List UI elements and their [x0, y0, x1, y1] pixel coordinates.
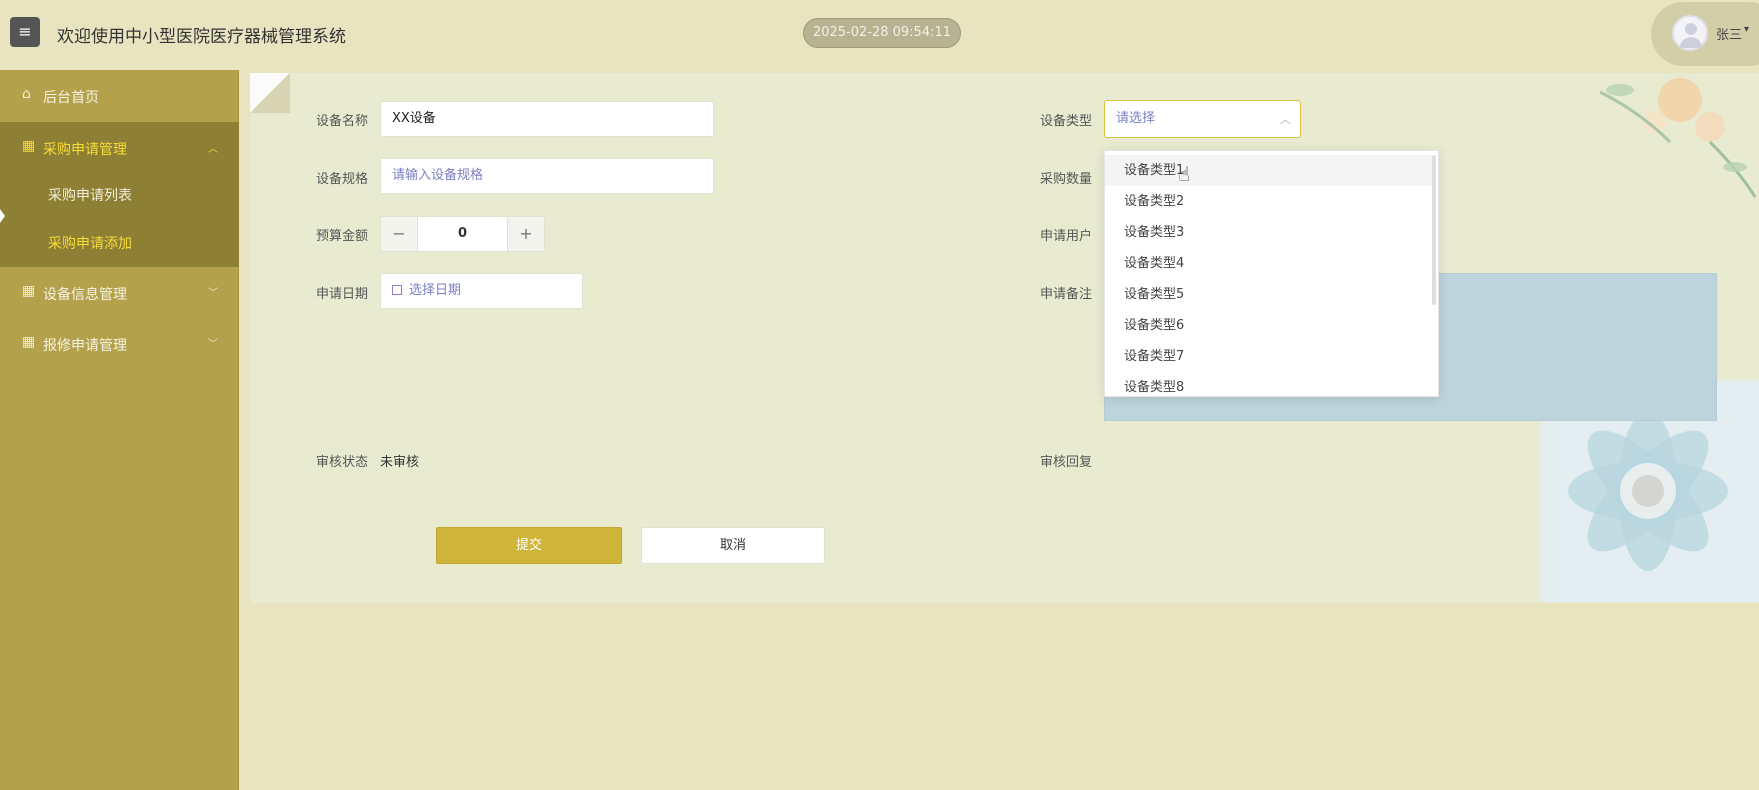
apply-date-placeholder: 选择日期: [409, 283, 462, 298]
audit-status-value: 未审核: [380, 455, 420, 470]
submit-button[interactable]: 提交: [436, 527, 622, 564]
sidebar-item-device-info[interactable]: ▦ 设备信息管理 ﹀: [0, 267, 239, 317]
active-marker: [0, 209, 5, 223]
hamburger-icon[interactable]: ≡: [10, 17, 40, 47]
budget-value[interactable]: 0: [418, 217, 507, 251]
audit-status-label: 审核状态: [316, 455, 369, 470]
corner-decoration: [250, 73, 290, 113]
budget-stepper[interactable]: − 0 +: [380, 216, 545, 252]
sidebar: ⌂ 后台首页 ▦ 采购申请管理 ︿ 采购申请列表 采购申请添加 ▦ 设备信息管理…: [0, 70, 239, 790]
sidebar-item-label: 设备信息管理: [43, 287, 127, 303]
device-spec-field[interactable]: 请输入设备规格: [380, 158, 714, 194]
user-name[interactable]: 张三: [1716, 24, 1742, 43]
app-title: 欢迎使用中小型医院医疗器械管理系统: [57, 27, 346, 47]
sidebar-subitem-purchase-list[interactable]: 采购申请列表: [48, 185, 132, 205]
sidebar-item-purchase[interactable]: ▦ 采购申请管理 ︿: [0, 122, 239, 172]
dropdown-option[interactable]: 设备类型5: [1105, 279, 1432, 310]
budget-label: 预算金额: [316, 229, 369, 244]
dropdown-option[interactable]: 设备类型1: [1105, 155, 1432, 186]
dropdown-option[interactable]: 设备类型8: [1105, 372, 1432, 396]
grid-icon: ▦: [22, 334, 36, 350]
device-type-dropdown: 设备类型1 设备类型2 设备类型3 设备类型4 设备类型5 设备类型6 设备类型…: [1104, 150, 1439, 397]
quantity-label: 采购数量: [1040, 172, 1093, 187]
cancel-button[interactable]: 取消: [641, 527, 825, 564]
sidebar-item-repair[interactable]: ▦ 报修申请管理 ﹀: [0, 318, 239, 368]
home-icon: ⌂: [22, 86, 31, 102]
floral-decoration: [1599, 78, 1757, 198]
top-header: ≡ 欢迎使用中小型医院医疗器械管理系统 2025-02-28 09:54:11 …: [0, 0, 1759, 72]
sidebar-item-label: 采购申请管理: [43, 142, 127, 158]
apply-user-label: 申请用户: [1040, 229, 1093, 244]
sidebar-group-purchase: ▦ 采购申请管理 ︿ 采购申请列表 采购申请添加: [0, 122, 239, 267]
apply-date-field[interactable]: 选择日期: [380, 273, 583, 309]
chevron-down-icon: ﹀: [208, 339, 218, 350]
dropdown-option[interactable]: 设备类型3: [1105, 217, 1432, 248]
device-name-label: 设备名称: [316, 114, 369, 129]
sidebar-subitem-purchase-add[interactable]: 采购申请添加: [48, 233, 132, 253]
remark-label: 申请备注: [1040, 287, 1093, 302]
chevron-up-icon[interactable]: ︿: [1280, 111, 1291, 127]
dropdown-option[interactable]: 设备类型7: [1105, 341, 1432, 372]
device-type-select[interactable]: 请选择: [1104, 100, 1301, 138]
dropdown-option[interactable]: 设备类型4: [1105, 248, 1432, 279]
calendar-icon: [392, 285, 402, 295]
apply-date-label: 申请日期: [316, 287, 369, 302]
audit-reply-label: 审核回复: [1040, 455, 1093, 470]
grid-icon: ▦: [22, 138, 36, 154]
decrement-button[interactable]: −: [381, 217, 418, 251]
hand-cursor-icon: ☝: [1178, 162, 1191, 186]
chevron-down-icon: ﹀: [208, 288, 218, 299]
sidebar-item-label: 报修申请管理: [43, 338, 127, 354]
dropdown-scrollbar[interactable]: [1432, 155, 1436, 305]
sidebar-item-label: 后台首页: [43, 90, 99, 106]
sidebar-item-home[interactable]: ⌂ 后台首页: [0, 70, 239, 120]
dropdown-option[interactable]: 设备类型2: [1105, 186, 1432, 217]
dropdown-option[interactable]: 设备类型6: [1105, 310, 1432, 341]
grid-icon: ▦: [22, 283, 36, 299]
datetime-badge: 2025-02-28 09:54:11: [803, 18, 961, 48]
avatar[interactable]: [1672, 15, 1708, 51]
device-name-field[interactable]: XX设备: [380, 101, 714, 137]
chevron-down-icon[interactable]: ▾: [1744, 24, 1749, 35]
device-type-label: 设备类型: [1040, 114, 1093, 129]
device-spec-label: 设备规格: [316, 172, 369, 187]
chevron-up-icon: ︿: [208, 144, 218, 155]
increment-button[interactable]: +: [507, 217, 544, 251]
